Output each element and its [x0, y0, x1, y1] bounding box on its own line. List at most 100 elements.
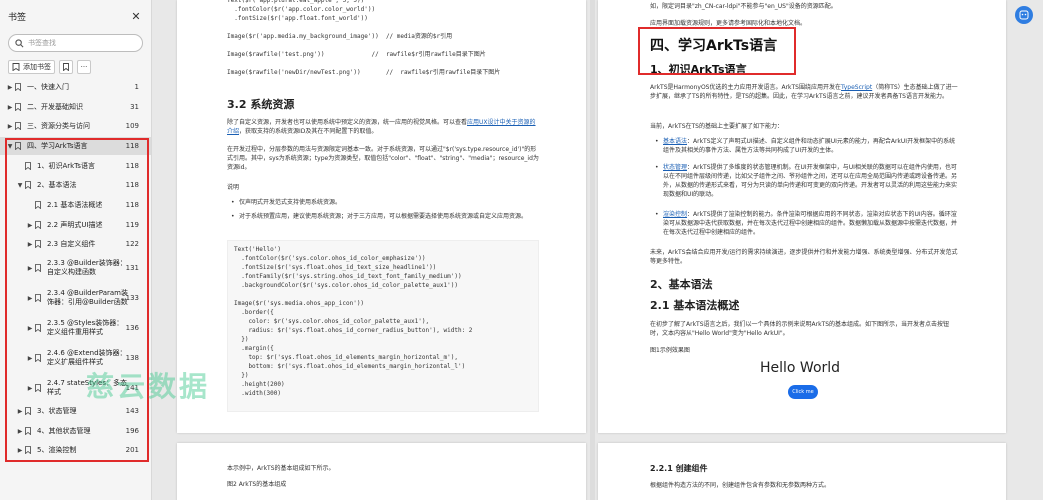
- bookmark-button[interactable]: [59, 60, 73, 74]
- subsection-title: 2.1 基本语法概述: [650, 299, 740, 312]
- typescript-link[interactable]: TypeScript: [841, 84, 872, 91]
- close-icon[interactable]: ✕: [129, 10, 143, 23]
- sidebar-item-page: 131: [125, 264, 139, 272]
- sidebar-bookmark-item[interactable]: ▶ 3、状态管理 143: [0, 402, 151, 420]
- highlight-box: [638, 27, 796, 75]
- paragraph: ArkTS是HarmonyOS优选的主力应用开发语言。ArkTS围绕应用开发在T…: [650, 83, 960, 101]
- add-bookmark-label: 添加书签: [23, 63, 51, 71]
- sidebar-item-page: 118: [125, 142, 139, 150]
- code-line: Text('Hello'): [234, 246, 281, 253]
- more-button[interactable]: ···: [77, 60, 91, 74]
- render-control-link[interactable]: 渲染控制: [663, 211, 687, 218]
- code-line: bottom: $r('sys.float.ohos_id_elements_m…: [234, 363, 466, 370]
- sidebar-bookmark-item[interactable]: ▶ 2.3 自定义组件 122: [0, 235, 151, 253]
- bookmark-icon: [15, 83, 21, 91]
- chevron-right-icon[interactable]: ▶: [26, 325, 34, 332]
- note-label: 说明: [227, 184, 240, 191]
- bookmark-icon: [25, 446, 31, 454]
- state-management-link[interactable]: 状态管理: [663, 164, 687, 171]
- click-me-button[interactable]: Click me: [788, 385, 818, 399]
- sidebar-item-label: 2.3.3 @Builder装饰器：自定义构建函数: [47, 259, 127, 276]
- chevron-right-icon[interactable]: ▶: [6, 123, 14, 130]
- sidebar-bookmark-item[interactable]: ▼ 2、基本语法 118: [0, 176, 151, 194]
- subsection-title: 2.2.1 创建组件: [650, 464, 708, 473]
- sidebar-item-label: 4、其他状态管理: [37, 426, 91, 435]
- sidebar-bookmark-item[interactable]: ▶ 2.2 声明式UI描述 119: [0, 216, 151, 234]
- chevron-right-icon[interactable]: ▶: [26, 222, 34, 229]
- sidebar-bookmark-item[interactable]: ▶ 2.4.7 stateStyles：多态样式 141: [0, 374, 151, 402]
- code-line: radius: $r('sys.float.ohos_id_corner_rad…: [234, 327, 473, 334]
- chevron-right-icon[interactable]: ▶: [26, 355, 34, 362]
- chevron-right-icon[interactable]: ▶: [6, 84, 14, 91]
- page-left-bottom: 本示例中，ArkTS的基本组成如下所示。 图2 ArkTS的基本组成: [177, 443, 586, 500]
- para-text: ArkTS是HarmonyOS优选的主力应用开发语言。ArkTS围绕应用开发在: [650, 84, 841, 91]
- basic-syntax-link[interactable]: 基本语法: [663, 138, 687, 145]
- sidebar-bookmark-item[interactable]: ▶ 2.3.4 @BuilderParam装饰器：引用@Builder函数 133: [0, 284, 151, 312]
- feature-bullet: 渲染控制：ArkTS提供了渲染控制的能力。条件渲染可根据应用的不同状态，渲染对应…: [653, 210, 961, 237]
- sidebar-bookmark-item[interactable]: 1、初识ArkTs语言 118: [0, 157, 151, 175]
- sidebar-bookmark-item[interactable]: ▶ 5、渲染控制 201: [0, 441, 151, 459]
- sidebar-item-label: 2、基本语法: [37, 180, 77, 189]
- sidebar-toolbar: 添加书签 ···: [0, 56, 151, 78]
- code-line: Image($rawfile('test.png')) // rawfile$r…: [227, 51, 486, 58]
- chevron-down-icon[interactable]: ▼: [6, 143, 14, 150]
- sidebar-item-page: 118: [125, 181, 139, 189]
- sidebar-bookmark-item[interactable]: ▶ 2.3.5 @Styles装饰器：定义组件重用样式 136: [0, 314, 151, 342]
- sidebar-bookmark-item[interactable]: ▶ 一、快速入门 1: [0, 78, 151, 96]
- bookmark-icon: [35, 294, 41, 302]
- chevron-right-icon[interactable]: ▶: [6, 104, 14, 111]
- add-bookmark-button[interactable]: 添加书签: [8, 60, 55, 74]
- chevron-right-icon[interactable]: ▶: [16, 408, 24, 415]
- para-text: ，获取支持的系统资源ID及其在不同配置下的取值。: [239, 128, 378, 135]
- para-text: 除了自定义资源，开发者也可以使用系统中预定义的资源，统一应用的视觉风格。可以查看: [227, 119, 468, 126]
- sidebar-item-label: 二、开发基础知识: [27, 102, 83, 111]
- sidebar-item-page: 143: [125, 407, 139, 415]
- sidebar-bookmark-item[interactable]: ▶ 二、开发基础知识 31: [0, 98, 151, 116]
- bookmark-add-icon: [12, 63, 20, 71]
- sidebar-item-label: 3、状态管理: [37, 406, 77, 415]
- chevron-right-icon[interactable]: ▶: [26, 295, 34, 302]
- sidebar-item-label: 四、学习ArkTs语言: [27, 141, 88, 150]
- sidebar-item-page: 1: [134, 83, 139, 91]
- sidebar-item-label: 2.4.6 @Extend装饰器：定义扩展组件样式: [47, 349, 127, 366]
- sidebar-item-label: 1、初识ArkTs语言: [37, 161, 95, 170]
- bookmark-icon: [35, 221, 41, 229]
- sidebar-bookmark-item[interactable]: ▶ 三、资源分类与访问 109: [0, 117, 151, 135]
- code-line: .fontColor($r('sys.color.ohos_id_color_e…: [234, 255, 426, 262]
- sidebar-item-label: 一、快速入门: [27, 82, 69, 91]
- code-text: Text('Hello') .fontColor($r('sys.color.o…: [234, 245, 532, 398]
- sidebar-bookmark-item[interactable]: ▼ 四、学习ArkTs语言 118: [0, 137, 151, 155]
- sidebar-bookmark-item[interactable]: ▶ 2.3.3 @Builder装饰器：自定义构建函数 131: [0, 254, 151, 282]
- bookmark-search[interactable]: [8, 34, 143, 52]
- code-line: Image($r('app.media.my_background_image'…: [227, 33, 453, 40]
- scrollbar[interactable]: [590, 0, 595, 500]
- chevron-down-icon[interactable]: ▼: [16, 182, 24, 189]
- code-line: }): [234, 372, 249, 379]
- chevron-right-icon[interactable]: ▶: [26, 265, 34, 272]
- paragraph: 根据组件构造方法的不同，创建组件包含有参数和无参数两种方式。: [650, 482, 831, 489]
- bookmark-icon: [15, 142, 21, 150]
- chevron-right-icon[interactable]: ▶: [16, 447, 24, 454]
- sidebar-bookmark-item[interactable]: ▶ 4、其他状态管理 196: [0, 422, 151, 440]
- code-block-resources: Text($r('app.plural.eat_apple', 5, 5)) .…: [227, 0, 500, 77]
- sidebar-item-page: 136: [125, 324, 139, 332]
- pdf-viewer: 书签 ✕ 添加书签 ··· ▶ 一、快速入门 1 ▶ 二、开发基础知识 31 ▶ 三、资源分类…: [0, 0, 1043, 500]
- search-input[interactable]: [28, 39, 128, 47]
- code-line: .height(200): [234, 381, 285, 388]
- sidebar-bookmark-item[interactable]: ▶ 2.4.6 @Extend装饰器：定义扩展组件样式 138: [0, 344, 151, 372]
- code-line: .backgroundColor($r('sys.color.ohos_id_c…: [234, 282, 458, 289]
- code-line: .fontColor($r('app.color.color_world')): [227, 6, 376, 13]
- chevron-right-icon[interactable]: ▶: [16, 428, 24, 435]
- sidebar-item-page: 118: [125, 201, 139, 209]
- bullet-text: ：ArkTS提供了多维度的状态管理机制。在UI开发框架中，与UI相关联的数据可以…: [663, 164, 958, 198]
- chevron-right-icon[interactable]: ▶: [26, 385, 34, 392]
- bookmark-icon: [35, 240, 41, 248]
- chevron-right-icon[interactable]: ▶: [26, 241, 34, 248]
- sidebar-bookmark-item[interactable]: 2.1 基本语法概述 118: [0, 196, 151, 214]
- bookmark-icon: [35, 354, 41, 362]
- sidebar-item-page: 119: [125, 221, 139, 229]
- assistant-button[interactable]: [1015, 6, 1033, 24]
- sidebar-item-label: 5、渲染控制: [37, 445, 77, 454]
